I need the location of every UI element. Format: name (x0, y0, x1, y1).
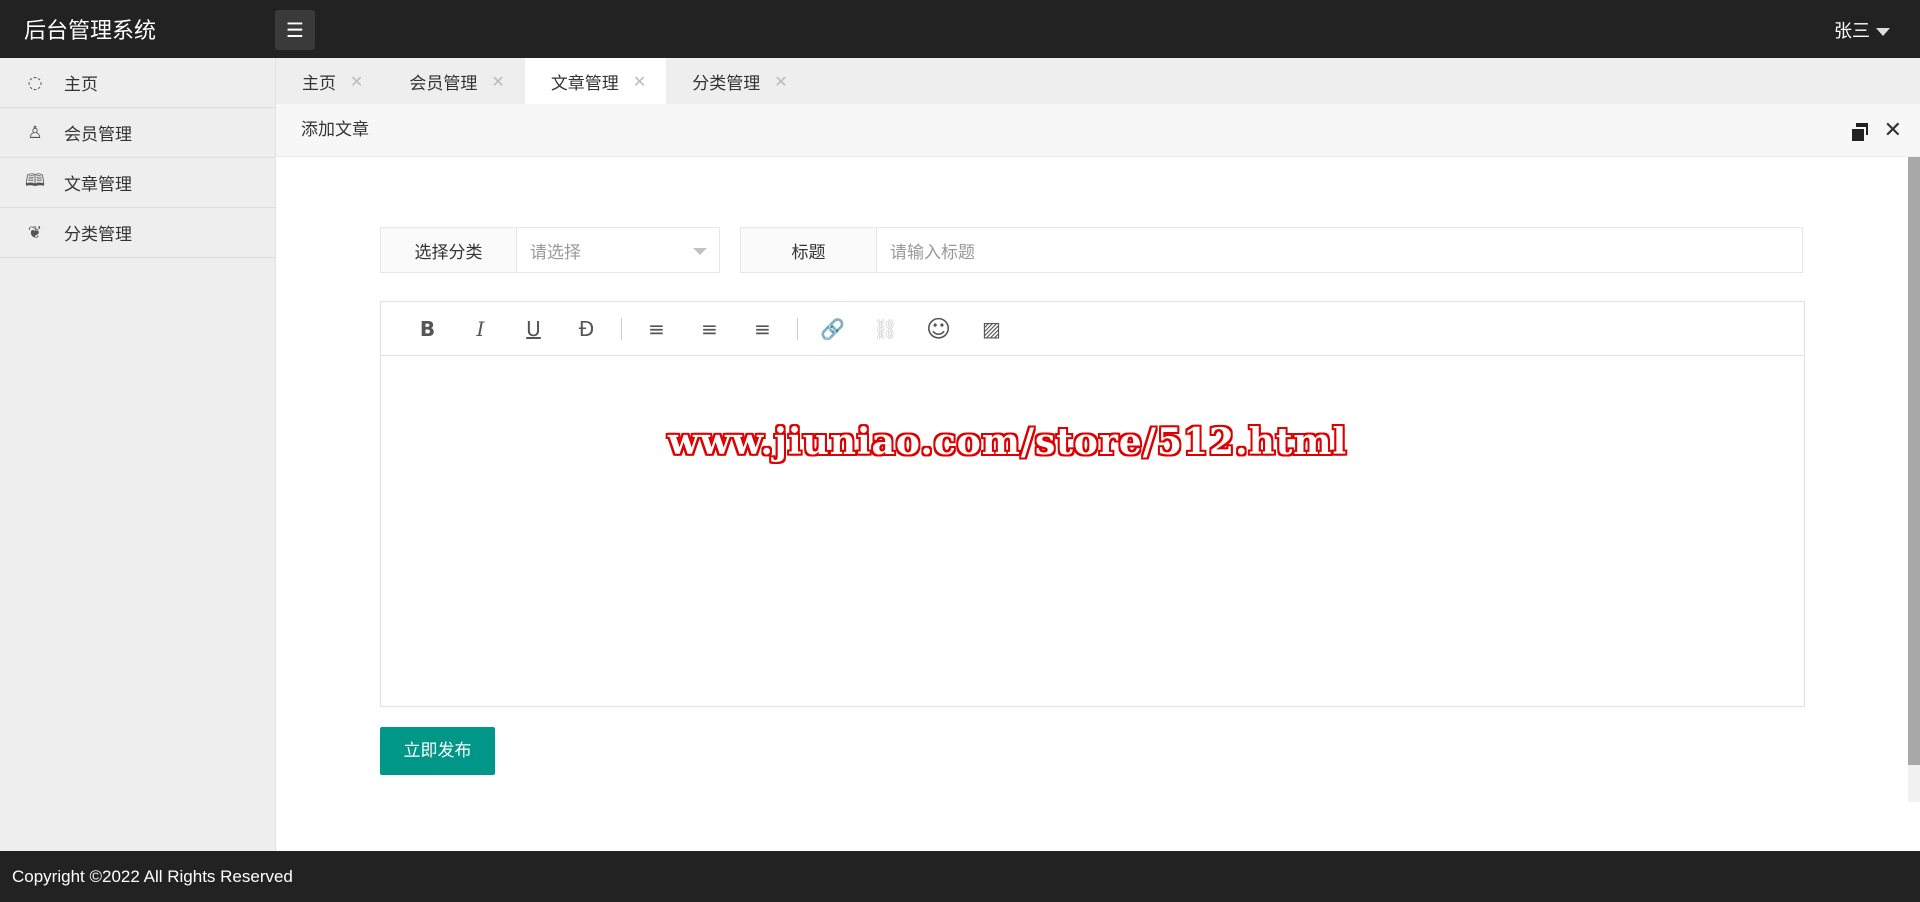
category-select[interactable]: 请选择 (517, 228, 719, 272)
tab-bar: 主页 ✕ 会员管理 ✕ 文章管理 ✕ 分类管理 ✕ (276, 58, 1920, 104)
panel-title: 添加文章 (301, 120, 369, 140)
sidebar-item-articles[interactable]: 🕮 文章管理 (0, 158, 275, 208)
unlink-icon[interactable]: ⛓ (859, 317, 912, 341)
category-select-group: 选择分类 请选择 (380, 227, 720, 273)
underline-icon[interactable]: U (507, 317, 560, 341)
close-icon[interactable]: ✕ (1884, 104, 1902, 157)
user-menu[interactable]: 张三 (1834, 17, 1890, 43)
close-icon[interactable]: ✕ (633, 72, 646, 91)
menu-toggle-button[interactable]: ☰ (275, 10, 315, 50)
align-center-icon[interactable]: ≡ (683, 317, 736, 341)
panel-header: 添加文章 ✕ (276, 104, 1920, 157)
toolbar-divider (797, 317, 798, 340)
sidebar-item-members[interactable]: ♙ 会员管理 (0, 108, 275, 158)
app-title: 后台管理系统 (24, 19, 157, 44)
tab-members[interactable]: 会员管理 ✕ (383, 58, 524, 104)
editor-content[interactable]: www.jiuniao.com/store/512.html (381, 356, 1804, 706)
chevron-down-icon (693, 248, 707, 255)
bold-icon[interactable]: B (401, 317, 454, 341)
close-icon[interactable]: ✕ (774, 72, 787, 91)
editor-toolbar: B I U Đ ≡ ≡ ≡ 🔗 ⛓ ☺ ▨ (381, 302, 1804, 356)
sidebar-item-label: 主页 (64, 75, 98, 95)
watermark-text: www.jiuniao.com/store/512.html (668, 421, 1348, 463)
tab-label: 会员管理 (409, 73, 478, 94)
wheat-icon: ❦ (27, 222, 43, 243)
tab-label: 主页 (302, 73, 336, 94)
book-icon: 🕮 (24, 171, 46, 191)
title-input[interactable]: 请输入标题 (877, 228, 1802, 272)
emoji-icon[interactable]: ☺ (912, 315, 965, 343)
tab-label: 文章管理 (550, 73, 619, 94)
tab-label: 分类管理 (692, 73, 761, 94)
sidebar-item-label: 分类管理 (64, 225, 132, 245)
close-icon[interactable]: ✕ (491, 72, 504, 91)
scrollbar[interactable] (1908, 157, 1920, 802)
sidebar-item-label: 会员管理 (64, 125, 132, 145)
link-icon[interactable]: 🔗 (806, 317, 859, 341)
caret-down-icon (1876, 28, 1890, 36)
close-icon[interactable]: ✕ (350, 72, 363, 91)
tab-articles[interactable]: 文章管理 ✕ (524, 58, 667, 104)
italic-icon[interactable]: I (454, 317, 507, 341)
sidebar: ◌ 主页 ♙ 会员管理 🕮 文章管理 ❦ 分类管理 (0, 58, 276, 851)
user-icon: ♙ (27, 122, 43, 143)
align-right-icon[interactable]: ≡ (736, 317, 789, 341)
rich-text-editor: B I U Đ ≡ ≡ ≡ 🔗 ⛓ ☺ ▨ www.jiuniao.com/st… (380, 301, 1805, 707)
tab-home[interactable]: 主页 ✕ (276, 58, 383, 104)
strikethrough-icon[interactable]: Đ (560, 317, 613, 341)
category-label: 选择分类 (381, 228, 517, 272)
align-left-icon[interactable]: ≡ (630, 317, 683, 341)
top-header: 后台管理系统 ☰ 张三 (0, 0, 1920, 58)
tab-categories[interactable]: 分类管理 ✕ (666, 58, 807, 104)
scrollbar-thumb[interactable] (1908, 157, 1920, 765)
home-icon: ◌ (27, 72, 43, 93)
title-label: 标题 (741, 228, 877, 272)
restore-window-icon[interactable] (1851, 122, 1868, 141)
sidebar-item-categories[interactable]: ❦ 分类管理 (0, 208, 275, 258)
select-placeholder: 请选择 (530, 242, 581, 263)
sidebar-item-home[interactable]: ◌ 主页 (0, 58, 275, 108)
title-input-group: 标题 请输入标题 (740, 227, 1803, 273)
image-icon[interactable]: ▨ (965, 317, 1018, 341)
sidebar-item-label: 文章管理 (64, 175, 132, 195)
publish-button[interactable]: 立即发布 (380, 727, 495, 775)
user-name: 张三 (1834, 21, 1870, 42)
toolbar-divider (621, 317, 622, 340)
footer: Copyright ©2022 All Rights Reserved (0, 851, 1920, 902)
